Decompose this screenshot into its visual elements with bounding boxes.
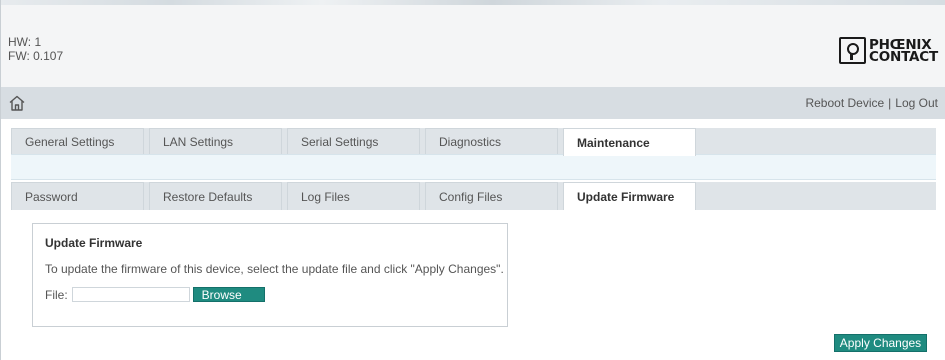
logo-line2: CONTACT <box>868 48 938 65</box>
browse-button[interactable]: Browse <box>192 287 265 302</box>
device-info: HW: 1 FW: 0.107 <box>8 35 63 63</box>
logo-mark-icon <box>838 37 866 64</box>
top-actions: Reboot Device | Log Out <box>805 96 938 110</box>
separator: | <box>888 96 892 110</box>
sub-tabs: Password Restore Defaults Log Files Conf… <box>11 182 701 210</box>
app-window: HW: 1 FW: 0.107 PHŒNIX CONTACT Reboot De… <box>0 0 945 360</box>
navbar: Reboot Device | Log Out <box>1 87 945 119</box>
tab-band <box>11 154 936 180</box>
update-firmware-panel: Update Firmware To update the firmware o… <box>32 223 508 327</box>
tab-update-firmware[interactable]: Update Firmware <box>563 182 696 210</box>
tab-restore-defaults[interactable]: Restore Defaults <box>149 182 282 210</box>
file-input[interactable] <box>71 287 190 302</box>
firmware-version: FW: 0.107 <box>8 49 64 63</box>
tab-diagnostics[interactable]: Diagnostics <box>425 128 558 154</box>
header: HW: 1 FW: 0.107 PHŒNIX CONTACT <box>1 5 945 87</box>
tab-lan-settings[interactable]: LAN Settings <box>149 128 282 154</box>
tab-password[interactable]: Password <box>11 182 144 210</box>
phoenix-contact-logo: PHŒNIX CONTACT <box>838 37 938 65</box>
tab-log-files[interactable]: Log Files <box>287 182 420 210</box>
file-row: File: Browse <box>45 287 265 302</box>
reboot-device-link[interactable]: Reboot Device <box>805 96 884 110</box>
tab-general-settings[interactable]: General Settings <box>11 128 144 154</box>
panel-description: To update the firmware of this device, s… <box>45 262 504 276</box>
log-out-link[interactable]: Log Out <box>895 96 938 110</box>
panel-title: Update Firmware <box>45 236 143 250</box>
hardware-version: HW: 1 <box>8 35 42 49</box>
main-tabs: General Settings LAN Settings Serial Set… <box>11 128 701 156</box>
home-icon[interactable] <box>8 94 26 112</box>
tab-maintenance[interactable]: Maintenance <box>563 128 696 156</box>
file-label: File: <box>45 287 68 302</box>
tab-serial-settings[interactable]: Serial Settings <box>287 128 420 154</box>
apply-changes-button[interactable]: Apply Changes <box>834 334 927 352</box>
tab-config-files[interactable]: Config Files <box>425 182 558 210</box>
